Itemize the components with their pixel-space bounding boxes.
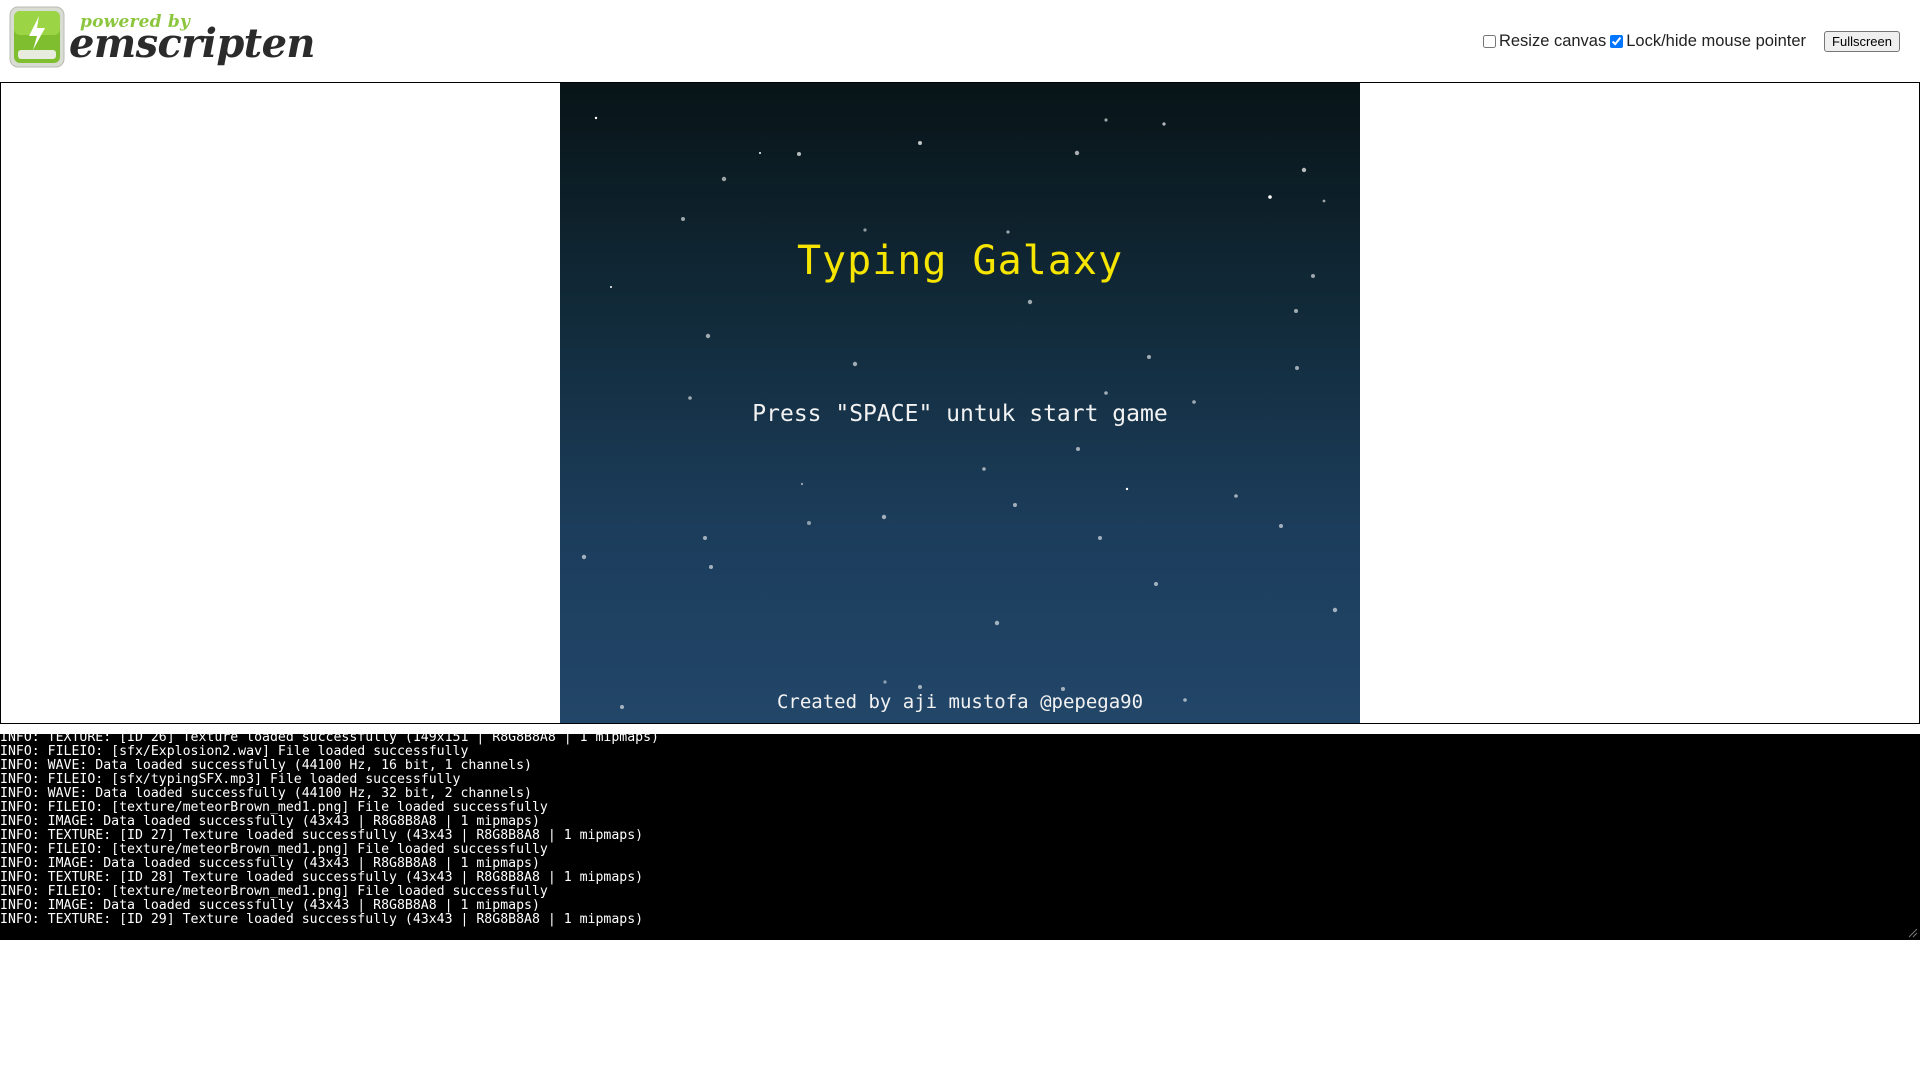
lock-pointer-label: Lock/hide mouse pointer: [1626, 31, 1807, 50]
star: [709, 565, 713, 569]
star: [994, 620, 1000, 626]
star: [1147, 355, 1151, 359]
start-prompt: Press "SPACE" untuk start game: [752, 401, 1168, 427]
resize-grip-icon[interactable]: [1908, 928, 1918, 938]
console-line: INFO: WAVE: Data loaded successfully (44…: [0, 758, 532, 773]
star: [807, 521, 811, 525]
canvas-container[interactable]: Typing Galaxy Press "SPACE" untuk start …: [0, 82, 1920, 724]
game-canvas[interactable]: Typing Galaxy Press "SPACE" untuk start …: [560, 83, 1360, 723]
page-header: powered by emscripten Resize canvas Lock…: [0, 0, 1920, 82]
star: [1154, 582, 1158, 586]
console-line: INFO: FILEIO: [texture/meteorBrown_med1.…: [0, 884, 548, 899]
star: [800, 482, 804, 486]
star: [1104, 118, 1108, 122]
lock-pointer-option[interactable]: Lock/hide mouse pointer: [1610, 32, 1806, 51]
star: [1162, 122, 1166, 126]
canvas-controls: Resize canvas Lock/hide mouse pointer Fu…: [1482, 30, 1900, 52]
star: [1295, 366, 1299, 370]
credit-text: Created by aji mustofa @pepega90: [776, 691, 1144, 713]
star: [1076, 447, 1080, 451]
star: [1301, 167, 1307, 173]
star: [759, 152, 761, 154]
star: [1322, 199, 1326, 203]
emscripten-logo: powered by emscripten: [9, 6, 316, 70]
console-line: INFO: FILEIO: [texture/meteorBrown_med1.…: [0, 842, 548, 857]
star: [881, 514, 887, 520]
star: [918, 685, 922, 689]
output-console[interactable]: INFO: TEXTURE: [ID 26] Texture loaded su…: [0, 734, 1920, 940]
star: [1006, 230, 1010, 234]
star: [721, 176, 727, 182]
star: [1074, 150, 1080, 156]
star: [1098, 536, 1102, 540]
resize-canvas-option[interactable]: Resize canvas: [1482, 31, 1607, 51]
star: [1125, 487, 1129, 491]
lock-pointer-checkbox[interactable]: [1610, 34, 1624, 48]
console-line: INFO: FILEIO: [sfx/Explosion2.wav] File …: [0, 744, 469, 759]
console-log: INFO: TEXTURE: [ID 26] Texture loaded su…: [0, 734, 659, 927]
star: [688, 396, 692, 400]
console-line: INFO: TEXTURE: [ID 28] Texture loaded su…: [0, 870, 644, 885]
emscripten-logo-icon: [9, 6, 65, 68]
console-line: INFO: IMAGE: Data loaded successfully (4…: [0, 856, 540, 871]
star: [703, 536, 707, 540]
console-line: INFO: WAVE: Data loaded successfully (44…: [0, 786, 532, 801]
fullscreen-button[interactable]: Fullscreen: [1824, 30, 1900, 52]
console-line: INFO: IMAGE: Data loaded successfully (4…: [0, 814, 540, 829]
star: [883, 680, 887, 684]
star: [681, 217, 685, 221]
star: [982, 467, 986, 471]
resize-canvas-label: Resize canvas: [1498, 31, 1607, 50]
star: [1294, 309, 1298, 313]
console-line: INFO: FILEIO: [sfx/typingSFX.mp3] File l…: [0, 772, 461, 787]
console-line: INFO: TEXTURE: [ID 29] Texture loaded su…: [0, 912, 644, 927]
star: [918, 141, 922, 145]
console-line: INFO: IMAGE: Data loaded successfully (4…: [0, 898, 540, 913]
star: [581, 554, 587, 560]
star: [1234, 494, 1238, 498]
star: [1332, 607, 1338, 613]
console-line: INFO: FILEIO: [texture/meteorBrown_med1.…: [0, 800, 548, 815]
logo-wordmark: emscripten: [69, 20, 316, 67]
star: [610, 286, 612, 288]
star: [1013, 503, 1017, 507]
star: [705, 333, 711, 339]
star: [852, 361, 858, 367]
console-line: INFO: TEXTURE: [ID 27] Texture loaded su…: [0, 828, 644, 843]
star: [863, 228, 867, 232]
star: [1027, 299, 1033, 305]
resize-canvas-checkbox[interactable]: [1482, 34, 1496, 48]
game-title: Typing Galaxy: [796, 238, 1124, 284]
star: [1279, 524, 1283, 528]
star: [1268, 195, 1272, 199]
star: [797, 152, 801, 156]
star: [594, 116, 598, 120]
star: [1104, 391, 1108, 395]
